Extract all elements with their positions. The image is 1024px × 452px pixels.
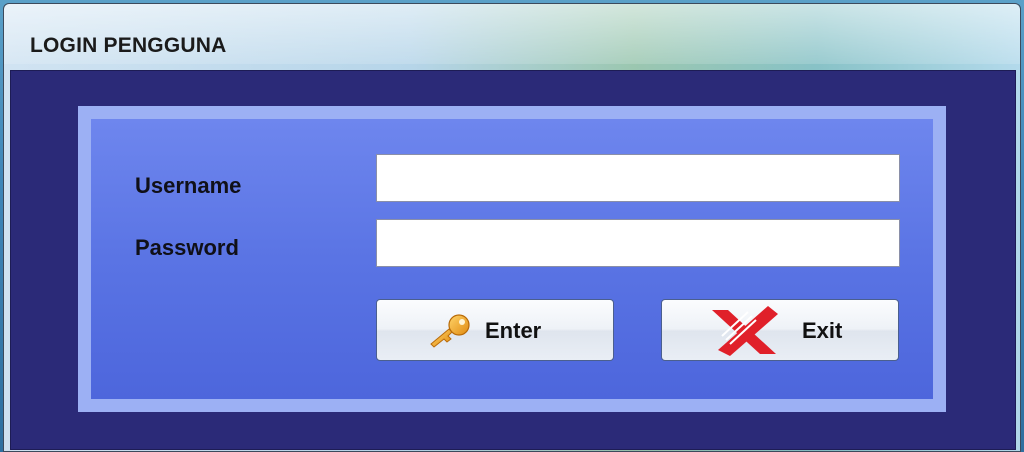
- client-area: Username Password Enter Exit: [10, 70, 1016, 450]
- exit-button-label: Exit: [802, 318, 843, 343]
- window-title: LOGIN PENGGUNA: [30, 34, 227, 57]
- enter-button-label: Enter: [485, 318, 542, 343]
- red-x-icon: [708, 304, 780, 364]
- exit-button[interactable]: Exit: [661, 299, 899, 361]
- login-window: LOGIN PENGGUNA Username Password Enter E…: [3, 3, 1021, 452]
- password-input[interactable]: [376, 219, 900, 267]
- key-icon: [427, 314, 477, 356]
- login-panel-inner: Username Password Enter Exit: [91, 119, 933, 399]
- enter-button[interactable]: Enter: [376, 299, 614, 361]
- username-label: Username: [135, 173, 242, 198]
- username-input[interactable]: [376, 154, 900, 202]
- login-panel: Username Password Enter Exit: [78, 106, 946, 412]
- password-label: Password: [135, 235, 239, 260]
